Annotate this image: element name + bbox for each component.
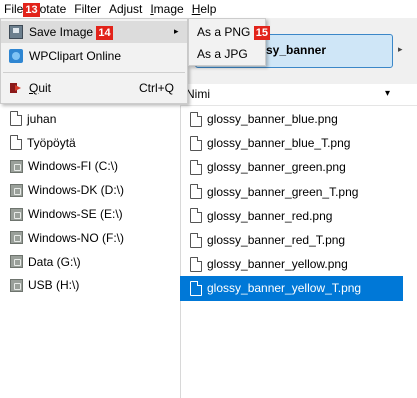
drive-icon	[10, 278, 23, 292]
menu-bar: File 13 otate Filter Adjust Image Help	[0, 0, 417, 18]
drive-item-label: USB (H:\)	[28, 278, 80, 293]
drive-item-label: Data (G:\)	[28, 254, 81, 269]
file-item[interactable]: glossy_banner_red.png	[180, 204, 417, 228]
menu-help-label: elp	[200, 2, 217, 16]
menu-filter-label: Filter	[74, 2, 101, 16]
submenu-arrow-icon: ▸	[174, 26, 179, 36]
drive-item[interactable]: USB (H:\)	[10, 274, 124, 298]
menu-adjust-label: Adjust	[108, 2, 143, 16]
wpclipart-label: WPClipart Online	[29, 49, 122, 63]
file-icon	[190, 232, 202, 248]
quit-icon	[9, 81, 23, 95]
menu-file-label: File	[4, 2, 24, 16]
drive-item-label: Windows-FI (C:\)	[28, 159, 118, 174]
drive-item-label: Työpöytä	[27, 135, 76, 150]
drive-item-label: juhan	[27, 111, 57, 126]
drive-item[interactable]: Windows-DK (D:\)	[10, 178, 124, 202]
save-image-submenu: As a PNG 15 As a JPG	[188, 18, 270, 66]
image-app-window: sy_banner ▸ Nimi ▾ juhan Työpöytä Window…	[0, 0, 417, 398]
file-name: glossy_banner_red_T.png	[207, 233, 346, 248]
quit-label: uit	[38, 81, 52, 95]
menu-adjust[interactable]: Adjust	[105, 0, 146, 18]
callout-badge: 15	[253, 25, 270, 40]
document-icon	[10, 111, 22, 127]
quit-mnemonic: Q	[29, 81, 39, 95]
column-header-name[interactable]: Nimi ▾	[180, 84, 417, 106]
menu-image-label: mage	[153, 2, 184, 16]
drive-list: juhan Työpöytä Windows-FI (C:\) Windows-…	[10, 107, 124, 297]
file-item[interactable]: glossy_banner_blue.png	[180, 107, 417, 131]
drive-icon	[10, 255, 23, 269]
document-icon	[10, 135, 22, 151]
drive-item[interactable]: Windows-SE (E:\)	[10, 202, 124, 226]
drive-item[interactable]: juhan	[10, 107, 124, 131]
file-icon	[190, 184, 202, 200]
file-icon	[190, 256, 202, 272]
save-image-label: Save Image	[29, 25, 94, 39]
chevron-right-icon[interactable]: ▸	[398, 44, 403, 55]
file-icon	[190, 111, 202, 127]
menu-help[interactable]: Help	[188, 0, 221, 18]
drive-item-label: Windows-DK (D:\)	[28, 183, 125, 198]
file-name: glossy_banner_yellow.png	[207, 257, 348, 272]
drive-item-label: Windows-NO (F:\)	[28, 230, 124, 245]
drive-item[interactable]: Työpöytä	[10, 131, 124, 155]
callout-badge: 14	[96, 25, 113, 40]
file-item-selected[interactable]: glossy_banner_yellow_T.png	[180, 276, 403, 301]
callout-badge: 13	[23, 2, 40, 17]
file-name: glossy_banner_green.png	[207, 160, 346, 175]
file-icon	[190, 135, 202, 151]
save-image-icon	[9, 25, 23, 39]
file-name: glossy_banner_blue.png	[207, 112, 338, 127]
menu-filter[interactable]: Filter	[70, 0, 105, 18]
menu-rotate-label: otate	[39, 2, 67, 16]
drive-item-label: Windows-SE (E:\)	[28, 207, 123, 222]
file-item[interactable]: glossy_banner_green_T.png	[180, 180, 417, 204]
file-icon	[190, 280, 202, 296]
as-jpg-label: As a JPG	[197, 47, 248, 61]
drive-item[interactable]: Windows-FI (C:\)	[10, 155, 124, 179]
filename-text: sy_banner	[266, 43, 327, 57]
menu-item-wpclipart[interactable]: WPClipart Online	[1, 45, 187, 67]
quit-label-wrap: Quit	[29, 81, 51, 95]
drive-item[interactable]: Data (G:\)	[10, 250, 124, 274]
column-header-label: Nimi	[186, 87, 210, 101]
file-icon	[190, 208, 202, 224]
drive-item[interactable]: Windows-NO (F:\)	[10, 226, 124, 250]
file-name: glossy_banner_yellow_T.png	[207, 281, 362, 296]
file-item[interactable]: glossy_banner_yellow.png	[180, 252, 417, 276]
file-name: glossy_banner_green_T.png	[207, 184, 359, 199]
file-menu-dropdown: Save Image 14 ▸ WPClipart Online Quit Ct…	[0, 18, 188, 104]
menu-image[interactable]: Image	[146, 0, 187, 18]
file-name: glossy_banner_red.png	[207, 208, 333, 223]
as-png-label: As a PNG	[197, 25, 251, 39]
save-image-label-wrap: Save Image 14	[29, 25, 113, 40]
drive-icon	[10, 159, 23, 173]
menu-item-as-jpg[interactable]: As a JPG	[189, 43, 265, 65]
file-icon	[190, 159, 202, 175]
file-item[interactable]: glossy_banner_blue_T.png	[180, 131, 417, 155]
file-name: glossy_banner_blue_T.png	[207, 136, 351, 151]
as-png-label-wrap: As a PNG 15	[197, 25, 270, 40]
wpclipart-icon	[9, 49, 23, 63]
menu-separator	[3, 72, 185, 73]
menu-item-as-png[interactable]: As a PNG 15	[189, 21, 270, 43]
drive-icon	[10, 183, 23, 197]
menu-rotate[interactable]: 13 otate	[23, 0, 70, 18]
sort-arrow-icon[interactable]: ▾	[385, 88, 390, 99]
menu-item-save-image[interactable]: Save Image 14 ▸	[1, 21, 187, 43]
menu-file[interactable]: File	[0, 0, 23, 18]
drive-icon	[10, 231, 23, 245]
menu-item-quit[interactable]: Quit Ctrl+Q	[1, 77, 187, 99]
file-list: glossy_banner_blue.png glossy_banner_blu…	[180, 107, 417, 301]
quit-shortcut: Ctrl+Q	[139, 81, 175, 95]
file-item[interactable]: glossy_banner_red_T.png	[180, 228, 417, 252]
drive-icon	[10, 207, 23, 221]
file-item[interactable]: glossy_banner_green.png	[180, 155, 417, 179]
